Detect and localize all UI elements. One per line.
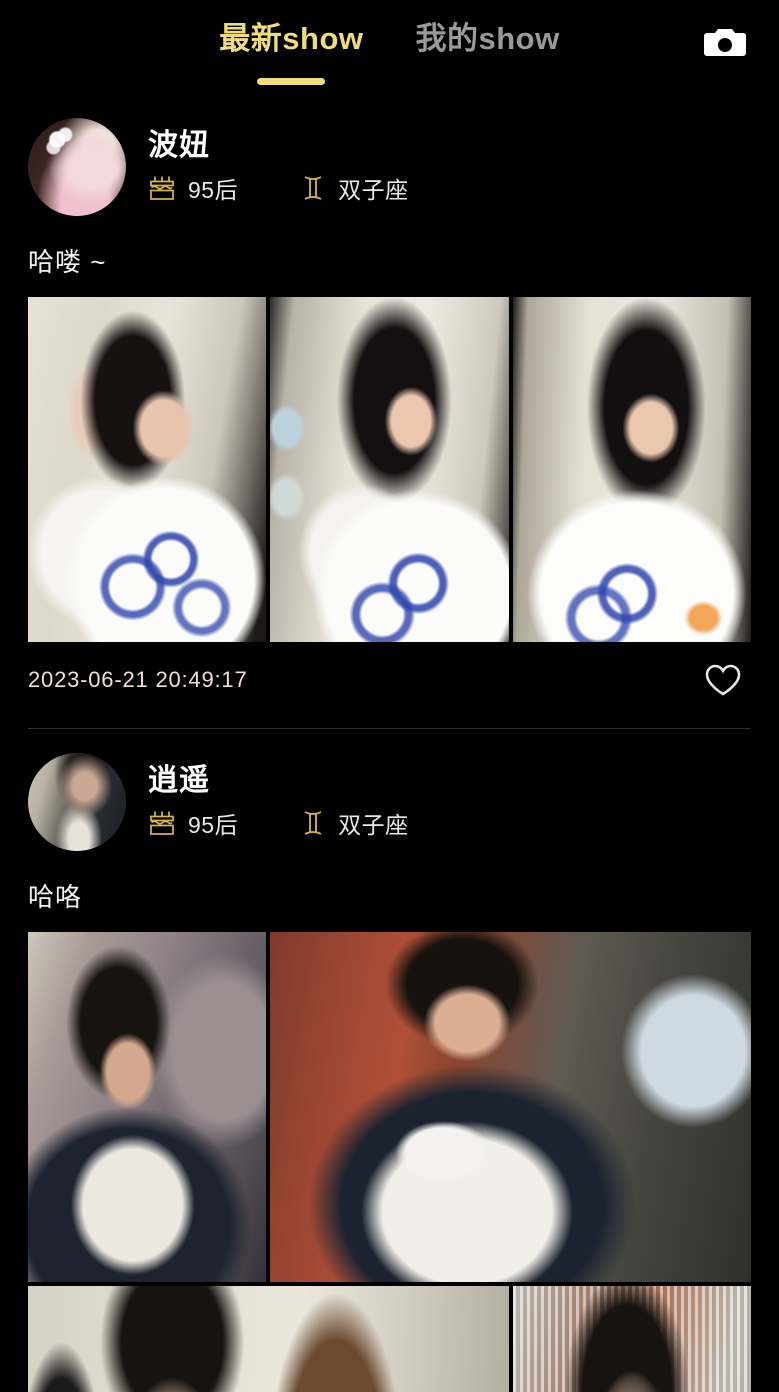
- tab-my-show[interactable]: 我的show: [410, 20, 566, 57]
- avatar-image: [28, 118, 126, 216]
- post-header: 逍遥 95后 双子座: [0, 731, 779, 851]
- age-group-label: 95后: [188, 177, 239, 203]
- age-group-meta: 95后: [148, 806, 238, 840]
- post-header: 波妞 95后 双子座: [0, 96, 779, 216]
- birthday-cake-icon: [150, 811, 174, 835]
- like-button[interactable]: [701, 658, 745, 702]
- post-image[interactable]: [270, 297, 509, 642]
- post-timestamp: 2023-06-21 20:49:17: [28, 667, 248, 692]
- post-text: 哈喽 ~: [28, 247, 107, 277]
- post-image-grid: [0, 297, 779, 642]
- post-image[interactable]: [28, 932, 267, 1282]
- zodiac-meta: 双子座: [300, 806, 409, 840]
- girl-photo-1-image: [28, 297, 267, 642]
- post-divider: [28, 728, 751, 729]
- user-meta-row: 95后 双子座: [148, 171, 409, 205]
- guy-photo-2-image: [270, 932, 751, 1282]
- camera-icon: [704, 29, 746, 56]
- girl-photo-3-image: [512, 297, 751, 642]
- tab-latest-show-text: 最新show: [219, 21, 364, 56]
- user-info: 波妞 95后 双子座: [148, 129, 409, 205]
- post-text: 哈咯: [28, 882, 83, 912]
- post-item: 逍遥 95后 双子座 哈咯: [0, 731, 779, 1392]
- age-group-meta: 95后: [148, 171, 238, 205]
- avatar[interactable]: [28, 118, 126, 216]
- username[interactable]: 逍遥: [148, 764, 409, 797]
- show-feed-screen: 最新show 我的show 波妞 95后 双子座 哈喽 ~ 2023-06-21…: [0, 0, 779, 1392]
- gemini-zodiac-icon: [304, 176, 322, 200]
- guy-photo-3-image: [28, 1286, 509, 1392]
- gemini-zodiac-icon: [304, 811, 322, 835]
- girl-photo-2-image: [270, 297, 509, 642]
- user-meta-row: 95后 双子座: [148, 806, 409, 840]
- post-footer: 2023-06-21 20:49:17: [0, 642, 779, 716]
- camera-button[interactable]: [701, 22, 749, 62]
- avatar[interactable]: [28, 753, 126, 851]
- guy-photo-1-image: [28, 932, 267, 1282]
- heart-outline-icon: [705, 664, 741, 696]
- tab-latest-show[interactable]: 最新show: [213, 20, 369, 86]
- birthday-cake-icon: [150, 176, 174, 200]
- zodiac-meta: 双子座: [300, 171, 409, 205]
- user-info: 逍遥 95后 双子座: [148, 764, 409, 840]
- post-image[interactable]: [512, 297, 751, 642]
- post-image[interactable]: [28, 1286, 509, 1392]
- post-image[interactable]: [270, 932, 751, 1282]
- top-bar: 最新show 我的show: [0, 0, 779, 96]
- guy-photo-4-image: [512, 1286, 751, 1392]
- username[interactable]: 波妞: [148, 129, 409, 162]
- feed-list: 波妞 95后 双子座 哈喽 ~ 2023-06-21 20:49:17 逍遥 9…: [0, 96, 779, 1392]
- post-image[interactable]: [28, 297, 267, 642]
- active-tab-underline: [257, 78, 326, 86]
- zodiac-label: 双子座: [338, 177, 409, 203]
- post-item: 波妞 95后 双子座 哈喽 ~ 2023-06-21 20:49:17: [0, 96, 779, 731]
- avatar-image: [28, 753, 126, 851]
- tab-my-show-text: 我的show: [415, 21, 560, 56]
- tab-bar: 最新show 我的show: [213, 20, 566, 86]
- zodiac-label: 双子座: [338, 812, 409, 838]
- post-image[interactable]: [512, 1286, 751, 1392]
- age-group-label: 95后: [188, 812, 239, 838]
- post-image-grid: [0, 932, 779, 1392]
